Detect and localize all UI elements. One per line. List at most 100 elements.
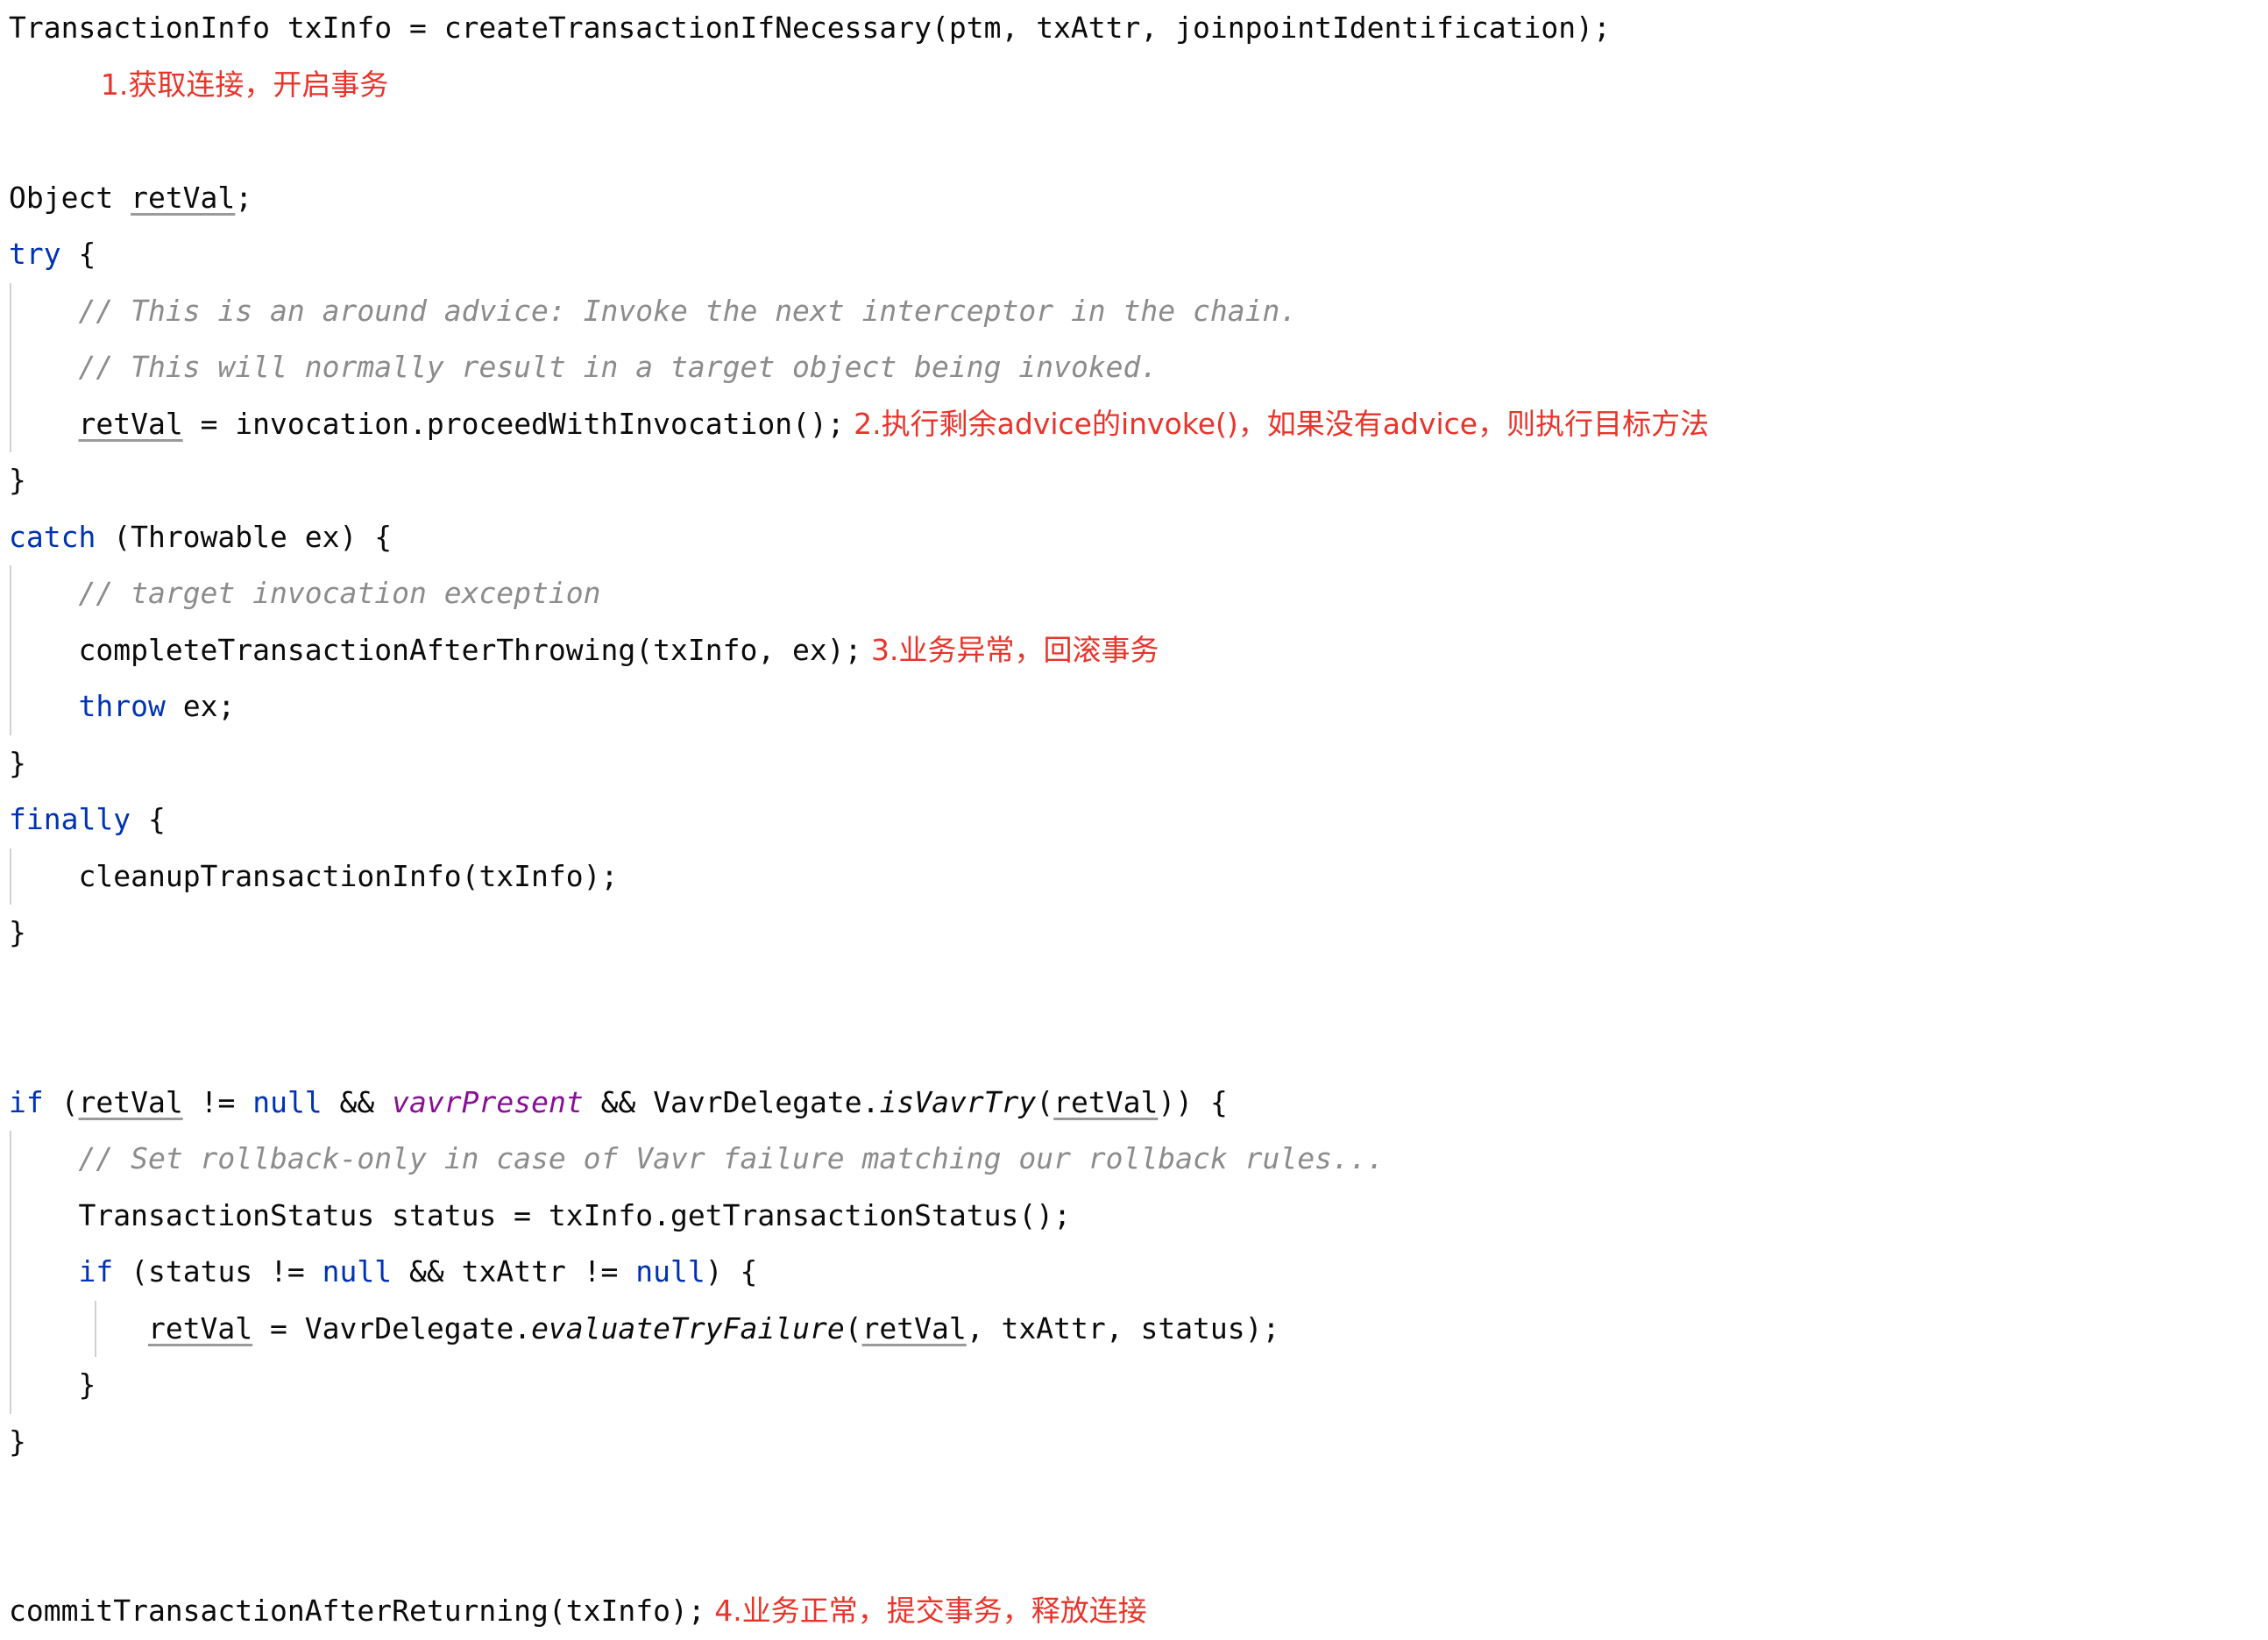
code-token-cmt: // Set rollback-only in case of Vavr fai… <box>78 1141 1385 1175</box>
code-line[interactable]: if (retVal != null && vavrPresent && Vav… <box>0 1075 2268 1132</box>
code-token-plain: ( <box>43 1084 79 1119</box>
code-line[interactable]: if (status != null && txAttr != null) { <box>0 1244 2268 1301</box>
code-token-plain: TransactionStatus status = txInfo.getTra… <box>78 1197 1071 1232</box>
code-line[interactable]: } <box>0 735 2268 792</box>
code-line-text: 1.获取连接，开启事务 <box>9 67 389 102</box>
code-line-text: throw ex; <box>9 689 235 723</box>
code-token-plain: = invocation.proceedWithInvocation(); <box>182 406 845 441</box>
code-line-text: } <box>9 746 26 780</box>
code-token-cmt: // This will normally result in a target… <box>78 350 1159 384</box>
code-line[interactable]: finally { <box>0 792 2268 848</box>
code-token-plain: = VavrDelegate. <box>252 1310 532 1345</box>
code-token-plain: ex; <box>165 689 236 723</box>
code-line[interactable]: // This will normally result in a target… <box>0 339 2268 396</box>
code-snippet[interactable]: TransactionInfo txInfo = createTransacti… <box>0 0 2268 1640</box>
code-token-local: retVal <box>78 1084 183 1119</box>
code-token-local: retVal <box>78 406 183 441</box>
code-token-plain: } <box>9 915 26 949</box>
code-token-plain: Object <box>9 180 131 215</box>
code-token-plain: { <box>131 802 166 836</box>
code-token-local: retVal <box>861 1310 967 1345</box>
code-line-blank[interactable] <box>0 962 2268 1019</box>
code-token-static: isVavrTry <box>879 1084 1037 1119</box>
code-line-text: cleanupTransactionInfo(txInfo); <box>9 859 618 893</box>
code-line-text: TransactionStatus status = txInfo.getTra… <box>9 1197 1071 1232</box>
code-line[interactable]: // Set rollback-only in case of Vavr fai… <box>0 1131 2268 1188</box>
code-token-plain: (Throwable ex) { <box>96 519 393 554</box>
code-line[interactable]: // This is an around advice: Invoke the … <box>0 282 2268 339</box>
code-token-kw: catch <box>9 519 96 554</box>
code-line[interactable]: // target invocation exception <box>0 565 2268 622</box>
code-token-local: retVal <box>1053 1084 1159 1119</box>
code-line[interactable]: throw ex; <box>0 678 2268 735</box>
code-token-plain: } <box>9 1423 26 1459</box>
code-token-local: retVal <box>147 1310 253 1345</box>
code-line-text: finally { <box>9 802 166 836</box>
code-line-text: try { <box>9 237 96 271</box>
red-annotation: 3.业务异常，回滚事务 <box>861 632 1159 667</box>
code-line-blank[interactable] <box>0 1018 2268 1075</box>
code-token-plain: && <box>322 1084 393 1119</box>
code-line[interactable]: } <box>0 905 2268 962</box>
code-token-plain: ; <box>235 180 253 215</box>
code-line-text: } <box>9 463 26 497</box>
code-line-blank[interactable] <box>0 1470 2268 1527</box>
code-token-plain: != <box>182 1084 253 1119</box>
code-token-kw: null <box>635 1254 705 1289</box>
code-token-plain: } <box>9 745 26 780</box>
code-line[interactable]: catch (Throwable ex) { <box>0 509 2268 566</box>
code-line-text: retVal = invocation.proceedWithInvocatio… <box>9 407 1709 441</box>
code-line-text: if (retVal != null && vavrPresent && Vav… <box>9 1085 1228 1119</box>
code-token-kw: throw <box>78 689 166 723</box>
code-line[interactable]: TransactionStatus status = txInfo.getTra… <box>0 1187 2268 1244</box>
code-line[interactable]: completeTransactionAfterThrowing(txInfo,… <box>0 621 2268 678</box>
code-line[interactable]: } <box>0 1414 2268 1471</box>
code-line[interactable]: try { <box>0 226 2268 283</box>
code-token-plain: , txAttr, status); <box>966 1310 1280 1345</box>
code-line-text: // This will normally result in a target… <box>9 350 1158 384</box>
code-line[interactable]: cleanupTransactionInfo(txInfo); <box>0 848 2268 905</box>
code-token-plain: TransactionInfo txInfo = createTransacti… <box>9 11 1611 45</box>
code-line[interactable]: TransactionInfo txInfo = createTransacti… <box>0 0 2268 57</box>
code-line[interactable]: commitTransactionAfterReturning(txInfo);… <box>0 1583 2268 1640</box>
code-token-static: evaluateTryFailure <box>531 1310 845 1345</box>
code-token-plain: } <box>78 1367 96 1402</box>
code-line-text: } <box>9 1424 26 1459</box>
code-line[interactable]: Object retVal; <box>0 170 2268 227</box>
code-line-blank[interactable] <box>0 1527 2268 1584</box>
code-token-plain: { <box>60 237 96 271</box>
code-line[interactable]: } <box>0 1357 2268 1414</box>
code-token-kw: null <box>252 1084 322 1119</box>
code-token-cmt: // This is an around advice: Invoke the … <box>78 293 1298 328</box>
code-line-text: catch (Throwable ex) { <box>9 520 392 554</box>
code-token-plain: commitTransactionAfterReturning(txInfo); <box>9 1594 705 1628</box>
code-token-plain: } <box>9 463 26 497</box>
code-token-kw: if <box>78 1254 114 1289</box>
code-line-text: if (status != null && txAttr != null) { <box>9 1254 757 1289</box>
code-line[interactable]: } <box>0 452 2268 509</box>
code-token-plain: )) { <box>1158 1084 1228 1119</box>
code-line[interactable]: retVal = invocation.proceedWithInvocatio… <box>0 395 2268 452</box>
code-token-local: retVal <box>131 180 236 215</box>
code-token-plain: (status != <box>113 1254 322 1289</box>
code-line-blank[interactable] <box>0 113 2268 170</box>
code-line-text: } <box>9 1367 96 1402</box>
code-line[interactable]: 1.获取连接，开启事务 <box>0 57 2268 114</box>
code-line-text: // Set rollback-only in case of Vavr fai… <box>9 1141 1385 1175</box>
code-line-text: completeTransactionAfterThrowing(txInfo,… <box>9 633 1159 667</box>
red-annotation: 2.执行剩余advice的invoke()，如果没有advice，则执行目标方法 <box>844 406 1710 441</box>
code-line-text: TransactionInfo txInfo = createTransacti… <box>9 11 1611 45</box>
code-token-plain: completeTransactionAfterThrowing(txInfo,… <box>78 632 862 667</box>
code-line[interactable]: retVal = VavrDelegate.evaluateTryFailure… <box>0 1300 2268 1357</box>
code-token-plain: cleanupTransactionInfo(txInfo); <box>78 858 619 893</box>
